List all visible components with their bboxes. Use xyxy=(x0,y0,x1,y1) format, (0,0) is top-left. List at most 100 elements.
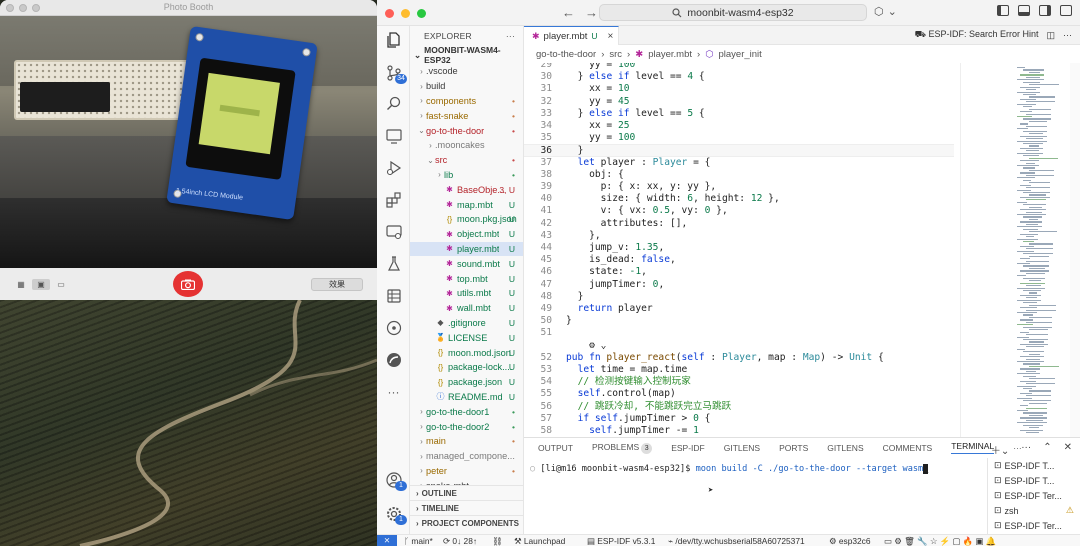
tree-item[interactable]: › go-to-the-door1 • xyxy=(410,404,523,419)
code-line[interactable]: 50} xyxy=(524,315,954,327)
tree-item[interactable]: › peter • xyxy=(410,464,523,479)
containers-activity[interactable] xyxy=(377,282,410,310)
project-components-section[interactable]: › PROJECT COMPONENTS xyxy=(410,515,523,530)
grid-view-icon[interactable]: ▦ xyxy=(12,279,30,290)
ellipsis-icon[interactable]: ··· xyxy=(506,31,515,41)
code-line[interactable]: 44 jump_v: 1.35, xyxy=(524,242,954,254)
gitlens-status-icon[interactable]: ⛓ xyxy=(492,535,503,546)
accounts-activity[interactable]: 1 xyxy=(377,466,410,494)
code-line[interactable]: 31 xx = 10 xyxy=(524,83,954,95)
ellipsis-icon[interactable]: ··· xyxy=(1021,442,1031,457)
tree-item[interactable]: ✱ sound.mbt U xyxy=(410,256,523,271)
terminal-instance[interactable]: ⊡ ESP-IDF T... xyxy=(988,473,1080,488)
breadcrumb-file[interactable]: player.mbt xyxy=(648,49,692,60)
editor-scrollbar[interactable] xyxy=(1070,63,1080,437)
launchpad-status[interactable]: ⚒ Launchpad xyxy=(514,535,565,546)
code-line[interactable]: 52 pub fn player_react(self : Player, map… xyxy=(524,352,954,364)
panel-tab-ports[interactable]: PORTS xyxy=(779,443,808,453)
close-icon[interactable]: ✕ xyxy=(1064,442,1072,457)
code-line[interactable]: 41 v: { vx: 0.5, vy: 0 }, xyxy=(524,205,954,217)
maximize-panel-icon[interactable]: ⌃ xyxy=(1043,442,1051,457)
terminal-instance[interactable]: ⊡ ESP-IDF T... xyxy=(988,458,1080,473)
chip-status[interactable]: ⚙ esp32c6 xyxy=(829,535,871,546)
tree-item[interactable]: ◆ .gitignore U xyxy=(410,316,523,331)
tree-item[interactable]: ✱ top.mbt U xyxy=(410,271,523,286)
code-line[interactable]: 58 self.jumpTimer -= 1 xyxy=(524,425,954,437)
code-line[interactable]: 56 // 跳跃冷却, 不能跳跃完立马跳跃 xyxy=(524,401,954,413)
branch-status[interactable]: ᚴ main* xyxy=(404,535,433,546)
code-line[interactable]: 34 xx = 25 xyxy=(524,120,954,132)
star-icon[interactable]: ☆ xyxy=(930,536,938,546)
code-line[interactable]: 53 let time = map.time xyxy=(524,364,954,376)
terminal-instance[interactable]: ⊡ zsh ⚠ xyxy=(988,503,1080,518)
gitlens-activity[interactable] xyxy=(377,314,410,342)
toggle-secondary-sidebar-icon[interactable] xyxy=(1039,5,1051,16)
tree-item[interactable]: ✱ map.mbt U xyxy=(410,197,523,212)
explorer-activity[interactable] xyxy=(377,26,410,54)
breadcrumb-folder[interactable]: go-to-the-door xyxy=(536,49,596,60)
tree-item[interactable]: › main • xyxy=(410,434,523,449)
code-line[interactable]: ⚙ ⌄ xyxy=(524,340,954,352)
tree-item[interactable]: › managed_compone... xyxy=(410,449,523,464)
terminal-instance[interactable]: ⊡ ESP-IDF Ter... xyxy=(988,488,1080,503)
shutter-button[interactable] xyxy=(173,271,203,297)
root-folder[interactable]: ⌄ MOONBIT-WASM4-ESP32 xyxy=(410,45,523,65)
code-line[interactable]: 49 return player xyxy=(524,303,954,315)
copilot-menu[interactable]: ⬡ ⌄ xyxy=(874,5,897,18)
breadcrumb-src[interactable]: src xyxy=(609,49,622,60)
tree-item[interactable]: ⌄ go-to-the-door • xyxy=(410,123,523,138)
toggle-panel-icon[interactable] xyxy=(1018,5,1030,16)
espressif-activity[interactable] xyxy=(377,346,410,374)
monitor-icon[interactable]: ▢ xyxy=(952,536,960,546)
effects-button[interactable]: 效果 xyxy=(311,278,363,291)
tree-item[interactable]: › .mooncakes xyxy=(410,138,523,153)
idf-version-status[interactable]: ▤ ESP-IDF v5.3.1 xyxy=(587,535,655,546)
code-line[interactable]: 42 attributes: [], xyxy=(524,218,954,230)
code-line[interactable]: 43 }, xyxy=(524,230,954,242)
minimap[interactable] xyxy=(960,63,1080,437)
panel-tab-gitlens[interactable]: GITLENS xyxy=(827,443,863,453)
code-line[interactable]: 29 yy = 100 xyxy=(524,63,954,71)
testing-activity[interactable] xyxy=(377,250,410,278)
sync-status[interactable]: ⟳ 0↓ 28↑ xyxy=(443,535,477,546)
panel-tab-output[interactable]: OUTPUT xyxy=(538,443,573,453)
code-line[interactable]: 45 is_dead: false, xyxy=(524,254,954,266)
code-line[interactable]: 39 p: { x: xx, y: yy }, xyxy=(524,181,954,193)
tree-item[interactable]: ✱ BaseObje... 3, U xyxy=(410,182,523,197)
tree-item[interactable]: ✱ player.mbt U xyxy=(410,241,523,257)
tree-item[interactable]: › lib • xyxy=(410,168,523,183)
code-line[interactable]: 30 } else if level == 4 { xyxy=(524,71,954,83)
tree-item[interactable]: ⓘ README.md U xyxy=(410,390,523,405)
tree-item[interactable]: › build xyxy=(410,79,523,94)
espidf-search-error-hint[interactable]: ⛟ ESP-IDF: Search Error Hint xyxy=(915,29,1039,41)
outline-section[interactable]: › OUTLINE xyxy=(410,485,523,500)
code-line[interactable]: 57 if self.jumpTimer > 0 { xyxy=(524,413,954,425)
code-line[interactable]: 36 } xyxy=(524,144,954,157)
command-center-search[interactable]: moonbit-wasm4-esp32 xyxy=(599,4,867,21)
code-line[interactable]: 32 yy = 45 xyxy=(524,96,954,108)
tree-item[interactable]: {} moon.mod.json U xyxy=(410,345,523,360)
zoom-button[interactable] xyxy=(417,9,426,18)
remote-explorer-activity[interactable] xyxy=(377,122,410,150)
panel-tab-gitlens[interactable]: GITLENS xyxy=(724,443,760,453)
panel-tab-comments[interactable]: COMMENTS xyxy=(883,443,933,453)
tree-item[interactable]: 🏅 LICENSE U xyxy=(410,330,523,345)
breadcrumb-symbol[interactable]: player_init xyxy=(718,49,761,60)
tab-player-mbt[interactable]: ✱ player.mbt U × xyxy=(524,26,619,45)
more-actions-icon[interactable]: ··· xyxy=(1063,30,1072,40)
code-line[interactable]: 37 let player : Player = { xyxy=(524,157,954,169)
tree-item[interactable]: › fast-snake • xyxy=(410,108,523,123)
close-icon[interactable]: × xyxy=(608,31,614,42)
run-debug-activity[interactable] xyxy=(377,154,410,182)
code-line[interactable]: 51 xyxy=(524,327,954,339)
panel-tab-espidf[interactable]: ESP-IDF xyxy=(671,443,705,453)
code-line[interactable]: 54 // 检测按键输入控制玩家 xyxy=(524,376,954,388)
back-arrow-icon[interactable]: ← xyxy=(562,5,575,20)
espidf-activity[interactable] xyxy=(377,218,410,246)
tree-item[interactable]: › go-to-the-door2 • xyxy=(410,419,523,434)
panel-tab-terminal[interactable]: TERMINAL xyxy=(951,441,995,454)
close-button[interactable] xyxy=(385,9,394,18)
manage-activity[interactable]: 1 xyxy=(377,500,410,528)
code-line[interactable]: 46 state: -1, xyxy=(524,266,954,278)
timeline-section[interactable]: › TIMELINE xyxy=(410,500,523,515)
